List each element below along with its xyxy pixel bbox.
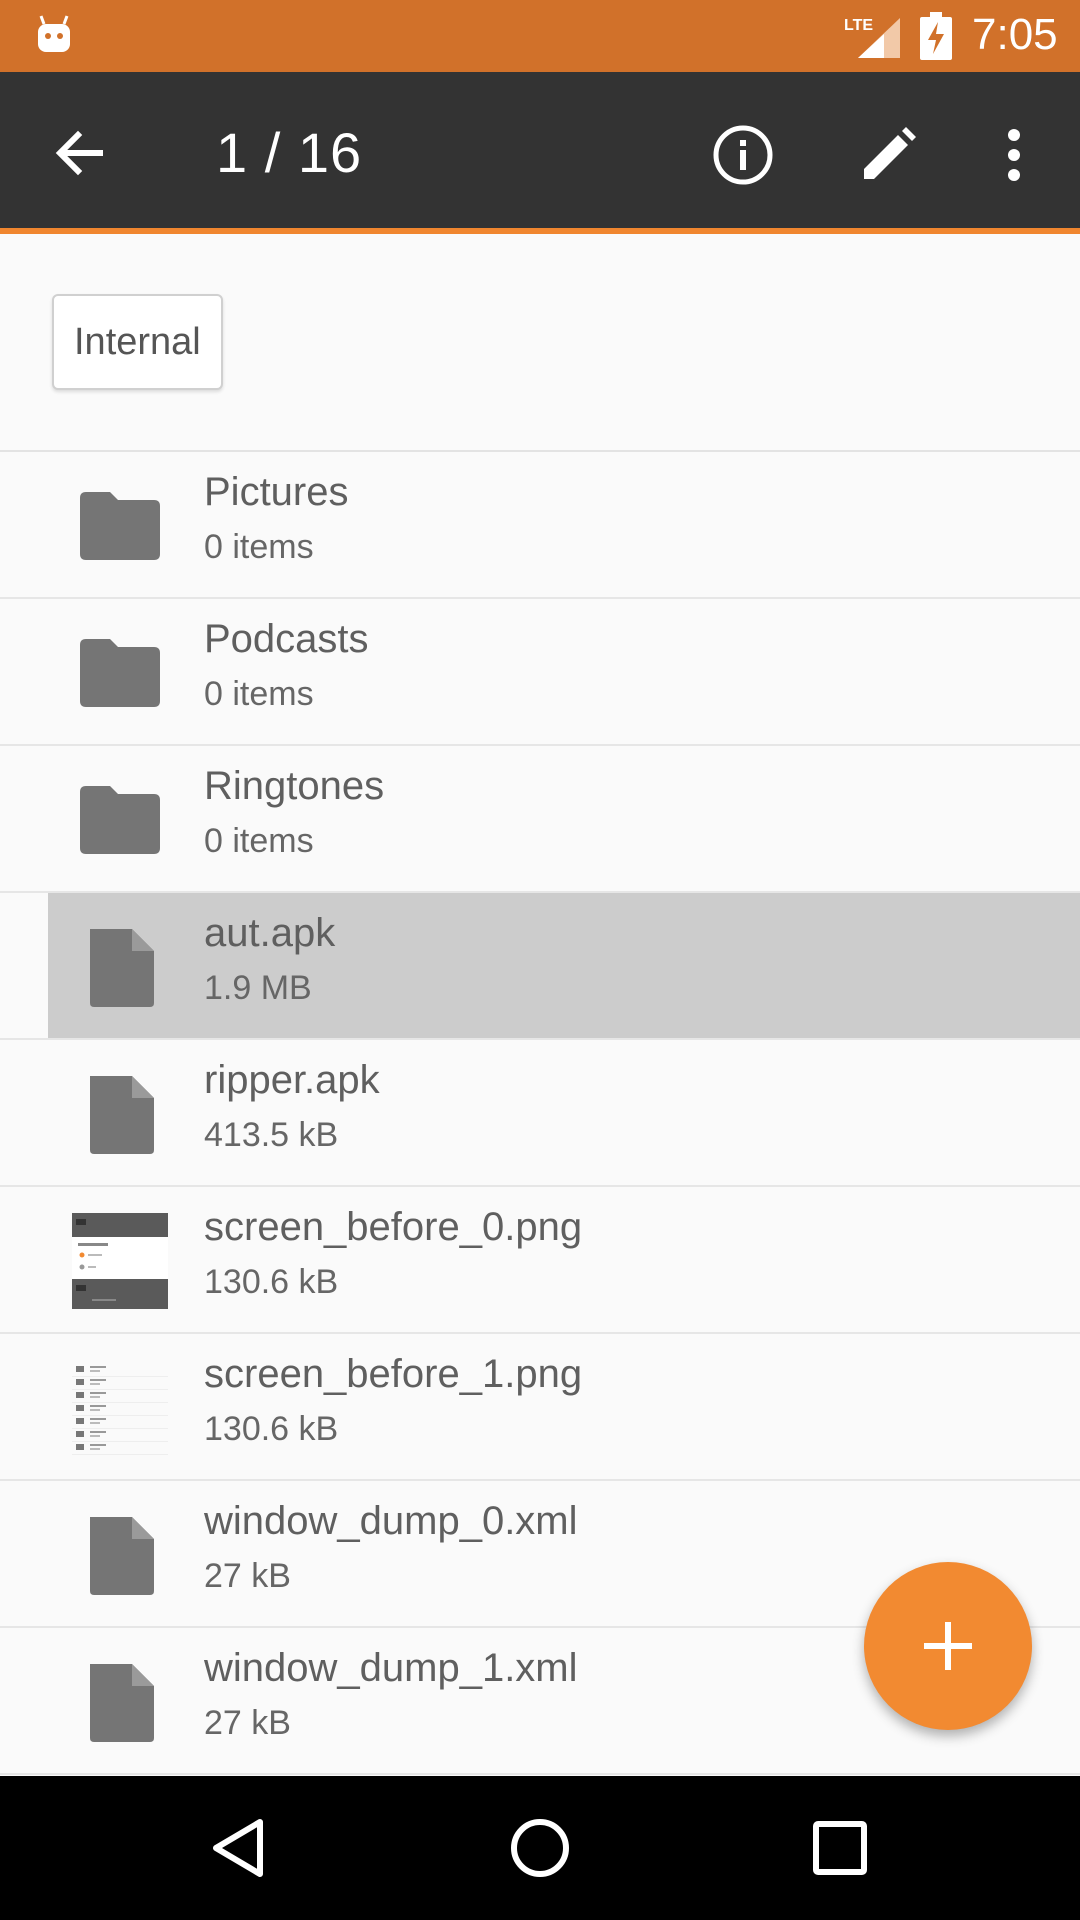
more-vert-icon[interactable] <box>978 119 1050 191</box>
file-row[interactable]: Podcasts 0 items <box>0 599 1080 746</box>
file-row[interactable]: screen_before_1.png 130.6 kB <box>0 1334 1080 1481</box>
breadcrumb: Internal <box>0 234 1080 452</box>
home-circle-icon[interactable] <box>498 1806 582 1890</box>
back-triangle-icon[interactable] <box>198 1806 282 1890</box>
plus-icon <box>924 1622 972 1670</box>
lte-signal-icon: LTE <box>844 17 900 58</box>
svg-text:LTE: LTE <box>844 17 873 34</box>
file-icon <box>90 1517 154 1595</box>
selection-highlight <box>48 893 1080 1038</box>
file-row[interactable]: screen_before_0.png 130.6 kB <box>0 1187 1080 1334</box>
file-name: aut.apk <box>204 911 336 955</box>
file-name: window_dump_1.xml <box>204 1646 578 1690</box>
status-bar: LTE 7:05 <box>0 0 1080 72</box>
file-row[interactable]: aut.apk 1.9 MB <box>0 893 1080 1040</box>
image-thumbnail-icon <box>72 1213 168 1309</box>
file-name: screen_before_1.png <box>204 1352 583 1396</box>
file-meta: 130.6 kB <box>204 1410 339 1448</box>
file-name: Ringtones <box>204 764 385 808</box>
file-row[interactable]: Pictures 0 items <box>0 452 1080 599</box>
breadcrumb-internal-chip[interactable]: Internal <box>52 294 223 390</box>
file-name: Podcasts <box>204 617 369 661</box>
recents-square-icon[interactable] <box>798 1806 882 1890</box>
back-arrow-icon[interactable] <box>44 117 116 189</box>
file-name: Pictures <box>204 470 349 514</box>
file-meta: 130.6 kB <box>204 1263 339 1301</box>
page-title: 1 / 16 <box>216 121 363 184</box>
add-fab-button[interactable] <box>864 1562 1032 1730</box>
app-bar: 1 / 16 <box>0 72 1080 234</box>
file-icon <box>90 1076 154 1154</box>
file-meta: 27 kB <box>204 1557 291 1595</box>
system-nav-bar <box>0 1776 1080 1920</box>
folder-icon <box>80 786 160 854</box>
status-time: 7:05 <box>972 10 1058 59</box>
file-name: screen_before_0.png <box>204 1205 583 1249</box>
file-meta: 413.5 kB <box>204 1116 339 1154</box>
android-notification-icon <box>38 15 70 52</box>
file-meta: 0 items <box>204 528 314 566</box>
file-meta: 27 kB <box>204 1704 291 1742</box>
file-meta: 1.9 MB <box>204 969 312 1007</box>
image-thumbnail-icon <box>72 1360 168 1456</box>
battery-charging-icon <box>920 12 952 60</box>
file-name: ripper.apk <box>204 1058 380 1102</box>
info-icon[interactable] <box>707 119 779 191</box>
edit-pencil-icon[interactable] <box>852 119 924 191</box>
file-row[interactable]: Ringtones 0 items <box>0 746 1080 893</box>
file-meta: 0 items <box>204 822 314 860</box>
file-icon <box>90 1664 154 1742</box>
file-row[interactable]: ripper.apk 413.5 kB <box>0 1040 1080 1187</box>
file-name: window_dump_0.xml <box>204 1499 578 1543</box>
file-icon <box>90 929 154 1007</box>
folder-icon <box>80 492 160 560</box>
file-meta: 0 items <box>204 675 314 713</box>
folder-icon <box>80 639 160 707</box>
